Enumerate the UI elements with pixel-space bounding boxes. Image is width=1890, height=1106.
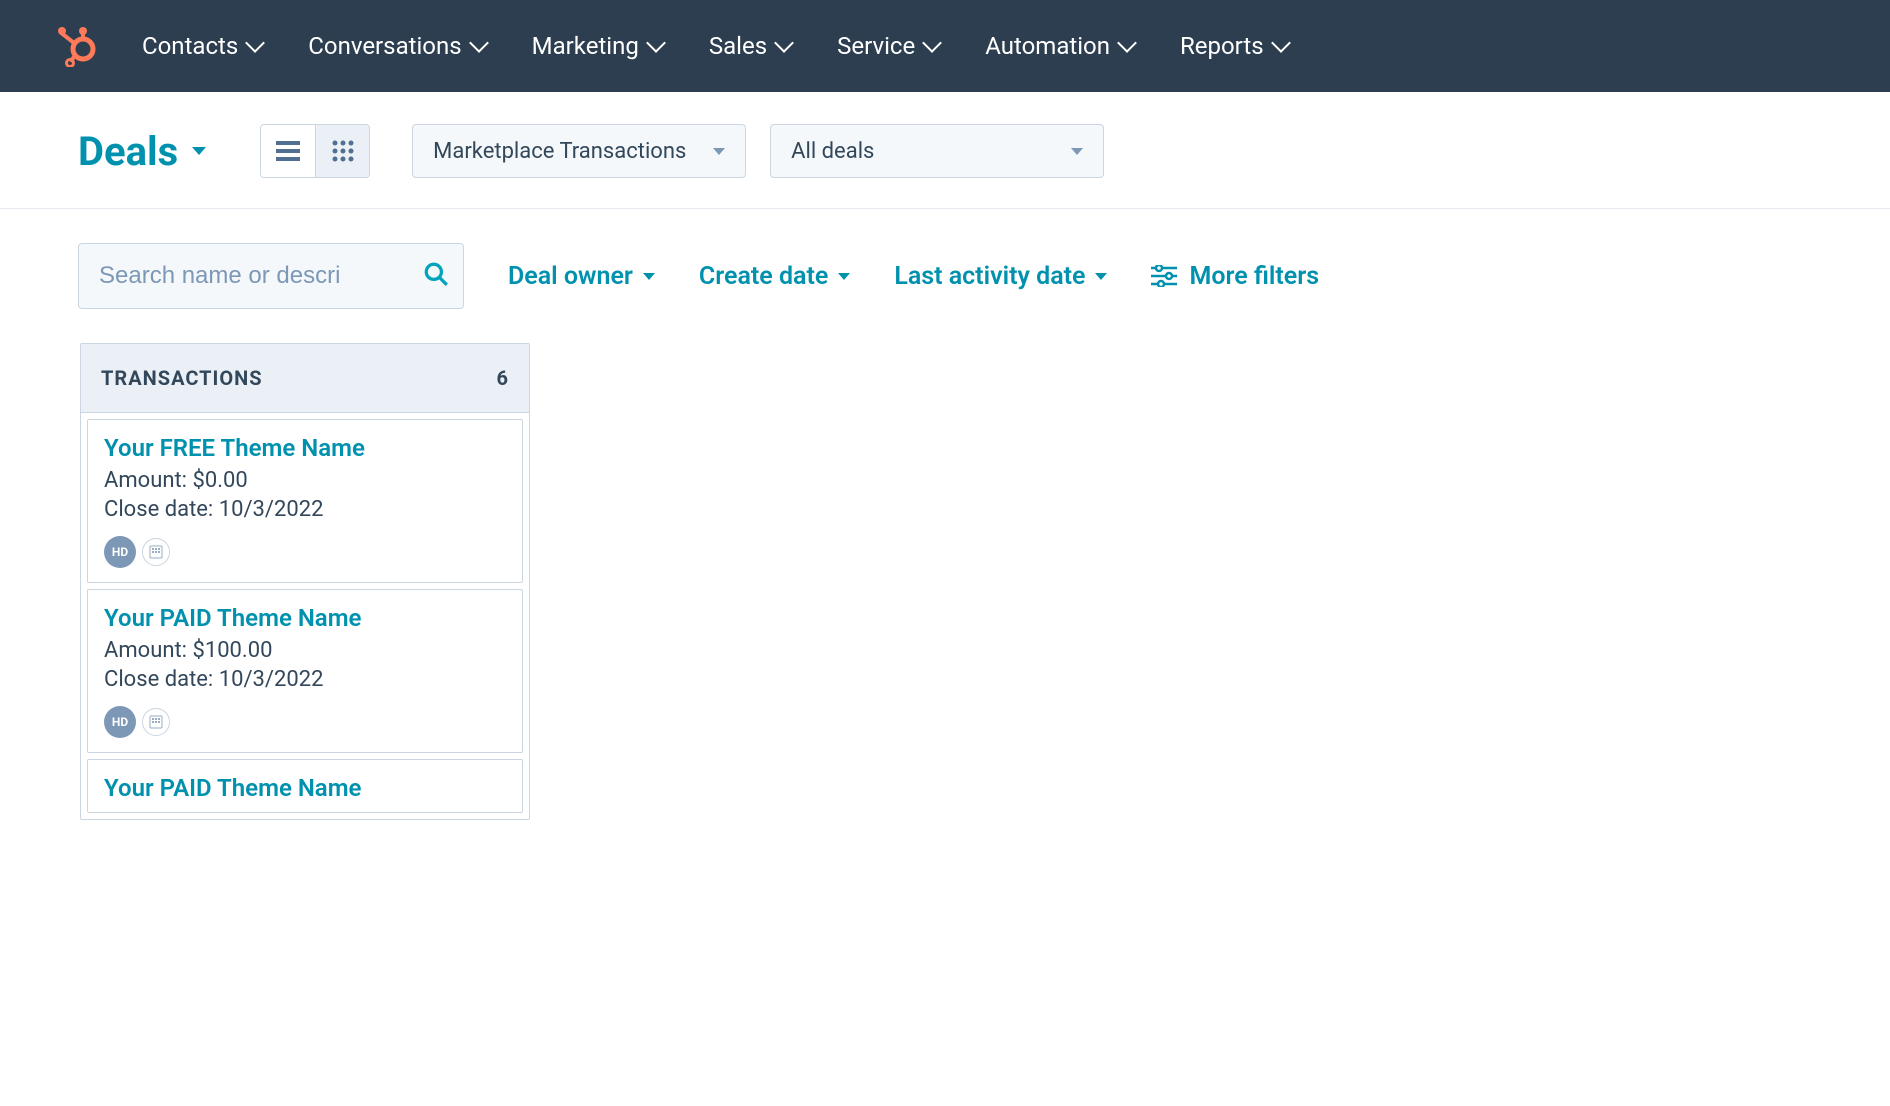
deal-title: Your PAID Theme Name [104,774,506,802]
page-title: Deals [78,128,178,175]
filter-label: Deal owner [508,262,633,291]
chevron-down-icon [922,33,942,53]
caret-down-icon [713,148,725,155]
deals-board: TRANSACTIONS 6 Your FREE Theme Name Amou… [0,343,1890,820]
chevron-down-icon [1271,33,1291,53]
nav-label: Marketing [532,32,639,60]
nav-contacts[interactable]: Contacts [142,32,262,60]
search-icon [423,261,449,291]
page-title-dropdown[interactable]: Deals [78,128,206,175]
nav-sales[interactable]: Sales [709,32,791,60]
nav-marketing[interactable]: Marketing [532,32,663,60]
view-value: All deals [791,139,874,164]
deal-associations: HD [104,536,506,568]
caret-down-icon [192,147,206,155]
company-icon[interactable] [142,708,170,736]
deal-amount: Amount: $100.00 [104,638,506,663]
saved-view-select[interactable]: All deals [770,124,1104,178]
column-title: TRANSACTIONS [101,366,263,390]
nav-label: Service [837,32,915,60]
owner-avatar[interactable]: HD [104,706,136,738]
pipeline-select[interactable]: Marketplace Transactions [412,124,746,178]
filter-bar: Deal owner Create date Last activity dat… [0,209,1890,343]
nav-service[interactable]: Service [837,32,939,60]
page-subheader: Deals Marketplace Transactions All deals [0,92,1890,209]
nav-reports[interactable]: Reports [1180,32,1288,60]
column-count: 6 [497,366,509,390]
chevron-down-icon [469,33,489,53]
column-header: TRANSACTIONS 6 [81,344,529,413]
nav-conversations[interactable]: Conversations [308,32,485,60]
caret-down-icon [643,273,655,280]
board-view-button[interactable] [315,125,369,177]
grid-icon [332,140,354,162]
deal-card[interactable]: Your PAID Theme Name Amount: $100.00 Clo… [87,589,523,753]
filter-label: Create date [699,262,828,291]
deal-title: Your PAID Theme Name [104,604,506,632]
caret-down-icon [1095,273,1107,280]
filter-last-activity[interactable]: Last activity date [894,262,1107,291]
chevron-down-icon [245,33,265,53]
hubspot-logo[interactable] [56,25,96,67]
deal-card[interactable]: Your PAID Theme Name [87,759,523,813]
list-icon [276,141,300,161]
view-toggle [260,124,370,178]
cards-container: Your FREE Theme Name Amount: $0.00 Close… [81,413,529,819]
list-view-button[interactable] [261,125,315,177]
more-filters-label: More filters [1189,262,1319,291]
nav-label: Reports [1180,32,1264,60]
nav-label: Automation [985,32,1110,60]
owner-avatar[interactable]: HD [104,536,136,568]
search-input[interactable] [97,261,411,291]
chevron-down-icon [646,33,666,53]
nav-label: Conversations [308,32,461,60]
nav-automation[interactable]: Automation [985,32,1134,60]
nav-label: Contacts [142,32,238,60]
deal-title: Your FREE Theme Name [104,434,506,462]
deal-card[interactable]: Your FREE Theme Name Amount: $0.00 Close… [87,419,523,583]
company-icon[interactable] [142,538,170,566]
pipeline-value: Marketplace Transactions [433,139,686,164]
deal-close-date: Close date: 10/3/2022 [104,667,506,692]
deal-amount: Amount: $0.00 [104,468,506,493]
deal-close-date: Close date: 10/3/2022 [104,497,506,522]
board-column-transactions: TRANSACTIONS 6 Your FREE Theme Name Amou… [80,343,530,820]
top-navbar: Contacts Conversations Marketing Sales S… [0,0,1890,92]
nav-label: Sales [709,32,767,60]
more-filters-button[interactable]: More filters [1151,262,1319,291]
search-field[interactable] [78,243,464,309]
chevron-down-icon [774,33,794,53]
chevron-down-icon [1117,33,1137,53]
filter-create-date[interactable]: Create date [699,262,850,291]
sliders-icon [1151,265,1177,287]
caret-down-icon [838,273,850,280]
filter-deal-owner[interactable]: Deal owner [508,262,655,291]
filter-label: Last activity date [894,262,1085,291]
caret-down-icon [1071,148,1083,155]
deal-associations: HD [104,706,506,738]
